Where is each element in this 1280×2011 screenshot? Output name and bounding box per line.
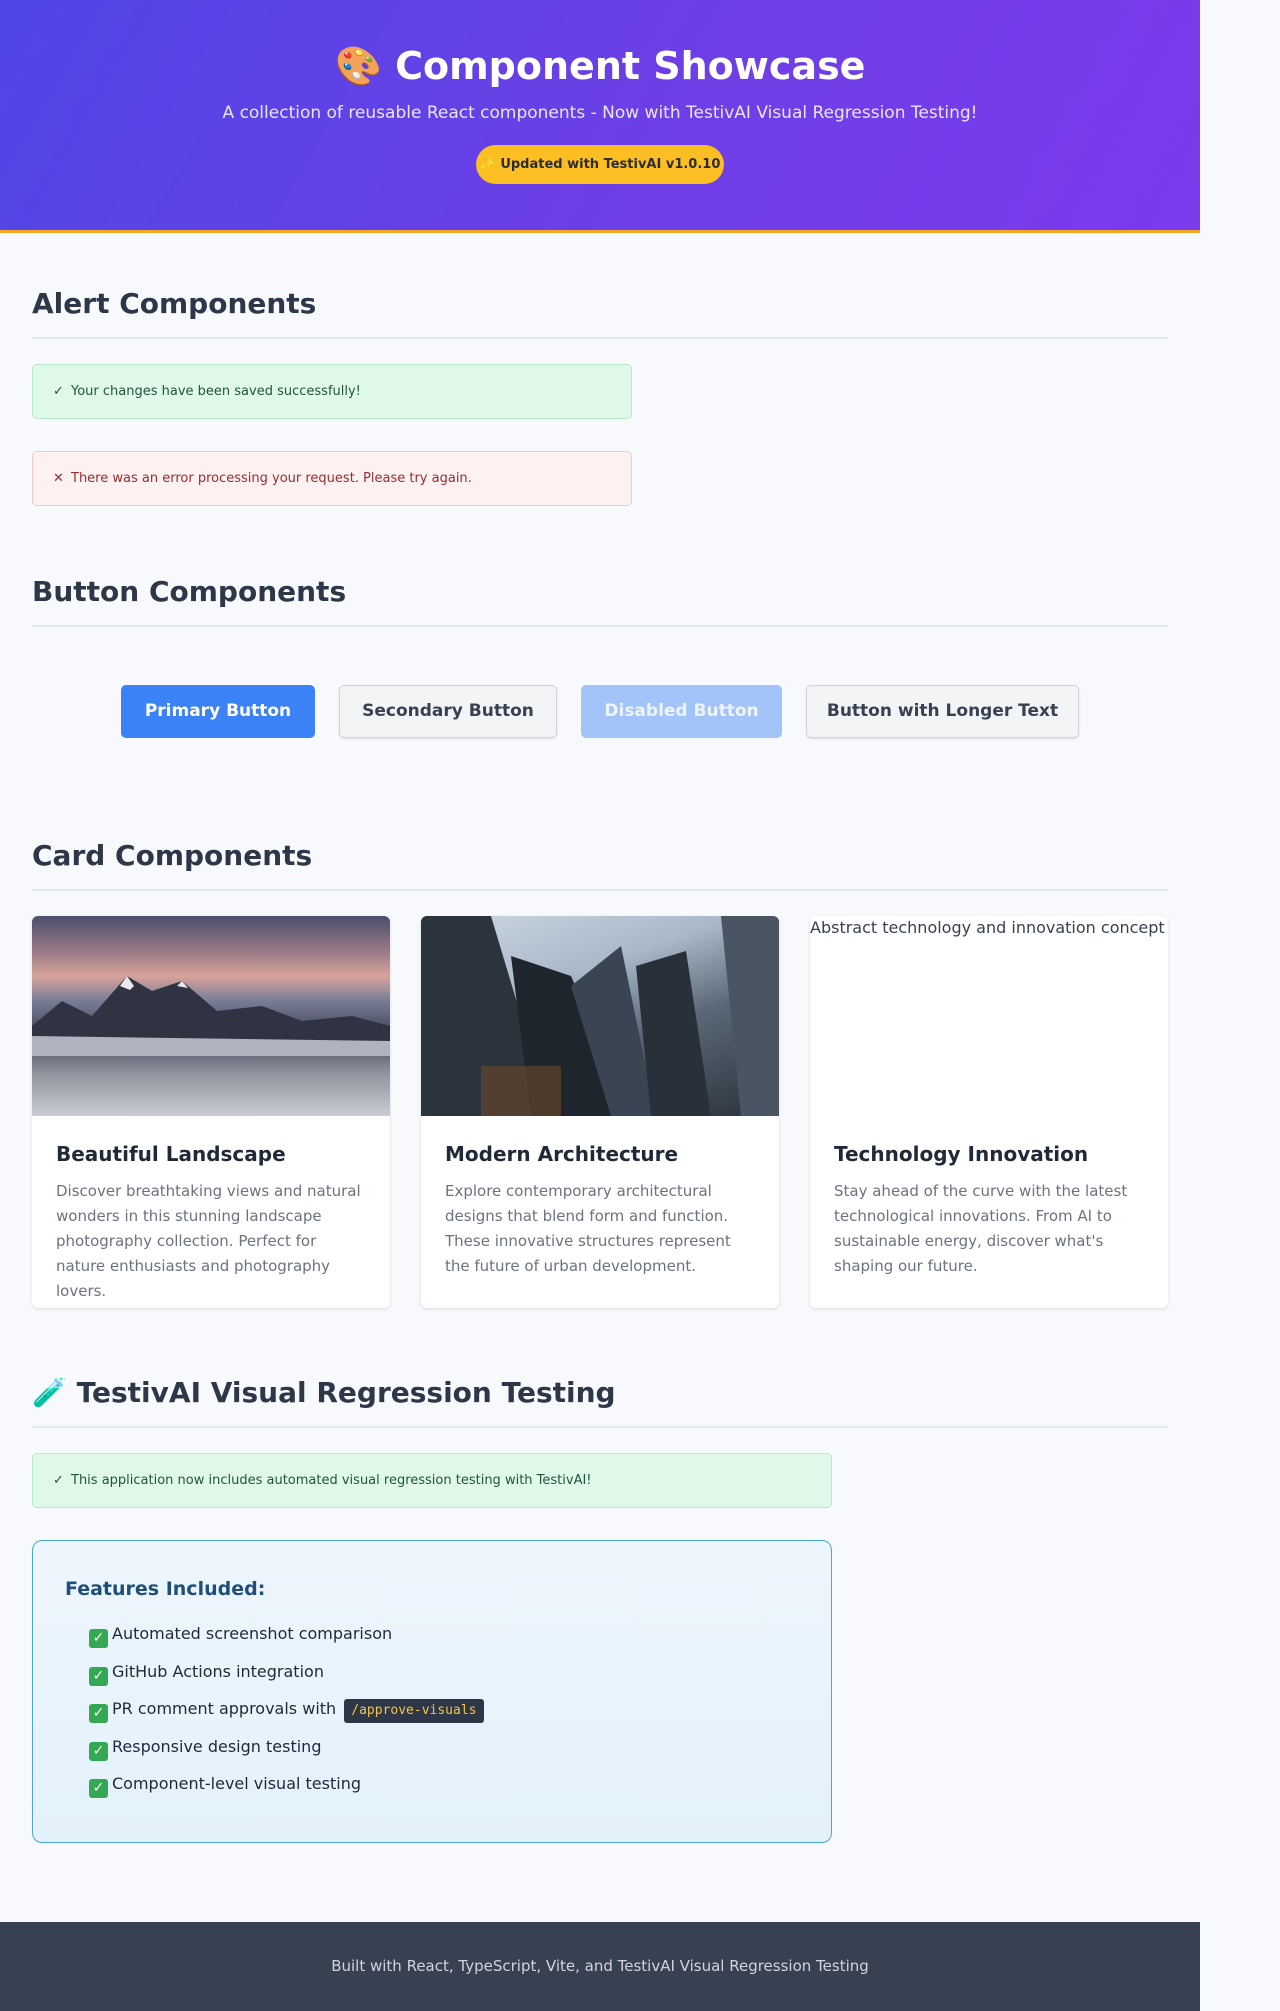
list-item: ✓ PR comment approvals with /approve-visu… bbox=[89, 1690, 484, 1728]
success-alert-text: Your changes have been saved successfull… bbox=[71, 384, 361, 399]
testivai-section-title: 🧪 TestivAI Visual Regression Testing bbox=[32, 1376, 616, 1409]
test-tube-icon: 🧪 bbox=[32, 1376, 67, 1409]
card-landscape: Beautiful Landscape Discover breathtakin… bbox=[32, 916, 390, 1308]
check-mark-icon: ✓ bbox=[89, 1629, 108, 1648]
cards-divider bbox=[32, 889, 1168, 891]
feature-label: Responsive design testing bbox=[112, 1736, 322, 1756]
buttons-divider bbox=[32, 625, 1168, 627]
feature-label: GitHub Actions integration bbox=[112, 1661, 324, 1681]
buildings-shape bbox=[421, 916, 779, 1116]
card-description: Discover breathtaking views and natural … bbox=[56, 1182, 361, 1300]
secondary-button[interactable]: Secondary Button bbox=[339, 685, 557, 738]
page-header: 🎨 Component Showcase A collection of reu… bbox=[0, 0, 1200, 233]
card-architecture: Modern Architecture Explore contemporary… bbox=[421, 916, 779, 1308]
check-icon: ✓ bbox=[53, 1473, 64, 1488]
close-icon: ✕ bbox=[53, 471, 64, 486]
card-description: Explore contemporary architectural desig… bbox=[445, 1182, 731, 1275]
check-icon: ✓ bbox=[53, 384, 64, 399]
mountain-shape bbox=[32, 976, 390, 1056]
alerts-section-title: Alert Components bbox=[32, 287, 317, 320]
broken-image: Abstract technology and innovation conce… bbox=[810, 916, 1168, 1116]
features-title: Features Included: bbox=[65, 1578, 266, 1600]
footer-text: Built with React, TypeScript, Vite, and … bbox=[331, 1957, 869, 1975]
error-alert: ✕ There was an error processing your requ… bbox=[32, 451, 632, 506]
feature-label: Automated screenshot comparison bbox=[112, 1624, 393, 1643]
architecture-image bbox=[421, 916, 779, 1116]
success-alert: ✓ Your changes have been saved successful… bbox=[32, 364, 632, 419]
features-box: Features Included: ✓ Automated screenshot… bbox=[32, 1540, 832, 1843]
cards-section-title: Card Components bbox=[32, 839, 313, 872]
features-list: ✓ Automated screenshot comparison ✓ GitHub… bbox=[89, 1615, 484, 1803]
check-mark-icon: ✓ bbox=[89, 1666, 108, 1686]
card-description: Stay ahead of the curve with the latest … bbox=[834, 1182, 1128, 1275]
check-mark-icon: ✓ bbox=[89, 1704, 108, 1723]
page-subtitle: A collection of reusable React component… bbox=[222, 103, 978, 123]
list-item: ✓ Automated screenshot comparison bbox=[89, 1615, 484, 1653]
card-title: Beautiful Landscape bbox=[56, 1142, 286, 1166]
feature-label: PR comment approvals with bbox=[112, 1699, 337, 1718]
alerts-divider bbox=[32, 337, 1168, 339]
page-title-text: Component Showcase bbox=[395, 44, 866, 88]
check-mark-icon: ✓ bbox=[89, 1741, 108, 1761]
version-badge: ✨ Updated with TestivAI v1.0.10 bbox=[476, 145, 724, 184]
feature-label: Component-level visual testing bbox=[112, 1774, 361, 1793]
testivai-divider bbox=[32, 1426, 1168, 1428]
disabled-button: Disabled Button bbox=[581, 685, 782, 738]
broken-image-alt-text: Abstract technology and innovation conce… bbox=[810, 918, 1165, 937]
list-item: ✓ GitHub Actions integration bbox=[89, 1653, 484, 1691]
card-title: Modern Architecture bbox=[445, 1142, 679, 1166]
primary-button[interactable]: Primary Button bbox=[121, 685, 315, 738]
landscape-image bbox=[32, 916, 390, 1116]
card-title: Technology Innovation bbox=[834, 1142, 1089, 1166]
check-mark-icon: ✓ bbox=[89, 1779, 108, 1798]
longer-text-button[interactable]: Button with Longer Text bbox=[806, 685, 1079, 738]
error-alert-text: There was an error processing your reque… bbox=[71, 471, 472, 486]
list-item: ✓ Component-level visual testing bbox=[89, 1765, 484, 1803]
approve-visuals-code: /approve-visuals bbox=[344, 1699, 484, 1723]
list-item: ✓ Responsive design testing bbox=[89, 1728, 484, 1766]
page-title: 🎨 Component Showcase bbox=[0, 44, 1200, 89]
palette-icon: 🎨 bbox=[334, 44, 382, 88]
buttons-section-title: Button Components bbox=[32, 575, 347, 608]
testivai-section-title-text: TestivAI Visual Regression Testing bbox=[76, 1376, 616, 1409]
testivai-alert-text: This application now includes automated … bbox=[71, 1473, 592, 1488]
testivai-success-alert: ✓ This application now includes automated… bbox=[32, 1453, 832, 1508]
page-footer: Built with React, TypeScript, Vite, and … bbox=[0, 1922, 1200, 2011]
card-technology: Abstract technology and innovation conce… bbox=[810, 916, 1168, 1308]
